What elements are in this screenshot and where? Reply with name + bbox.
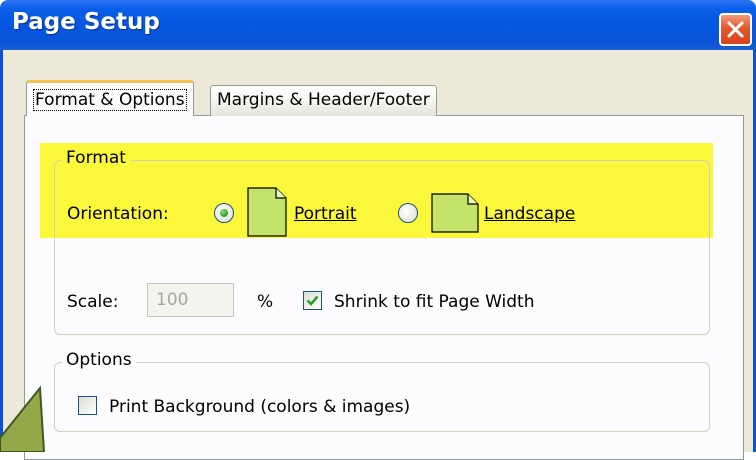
shrink-to-fit-checkbox[interactable] (303, 291, 322, 310)
pointer-arrow-icon (0, 385, 46, 452)
print-background-label[interactable]: Print Background (colors & images) (109, 397, 410, 417)
scale-input[interactable]: 100 (147, 283, 234, 317)
window-title: Page Setup (12, 9, 160, 35)
format-legend: Format (62, 148, 130, 168)
landscape-radio[interactable] (398, 203, 418, 223)
portrait-page-icon[interactable] (247, 187, 287, 237)
options-legend: Options (62, 350, 136, 370)
landscape-label[interactable]: Landscape (484, 204, 575, 224)
shrink-to-fit-label[interactable]: Shrink to fit Page Width (334, 292, 535, 312)
title-bar[interactable]: Page Setup (0, 0, 756, 50)
portrait-radio[interactable] (214, 203, 234, 223)
percent-label: % (257, 292, 274, 312)
portrait-label[interactable]: Portrait (294, 204, 357, 224)
tab-label: Format & Options (33, 89, 187, 111)
tab-margins-header-footer[interactable]: Margins & Header/Footer (210, 85, 437, 116)
radio-selected-dot (220, 209, 228, 217)
close-icon (727, 21, 744, 38)
close-button[interactable] (719, 13, 752, 46)
tab-format-options[interactable]: Format & Options (26, 80, 194, 116)
checkmark-icon (306, 295, 319, 306)
scale-label: Scale: (67, 292, 119, 312)
orientation-label: Orientation: (67, 204, 169, 224)
landscape-page-icon[interactable] (431, 193, 479, 233)
print-background-checkbox[interactable] (78, 396, 97, 415)
tab-label: Margins & Header/Footer (217, 90, 430, 110)
